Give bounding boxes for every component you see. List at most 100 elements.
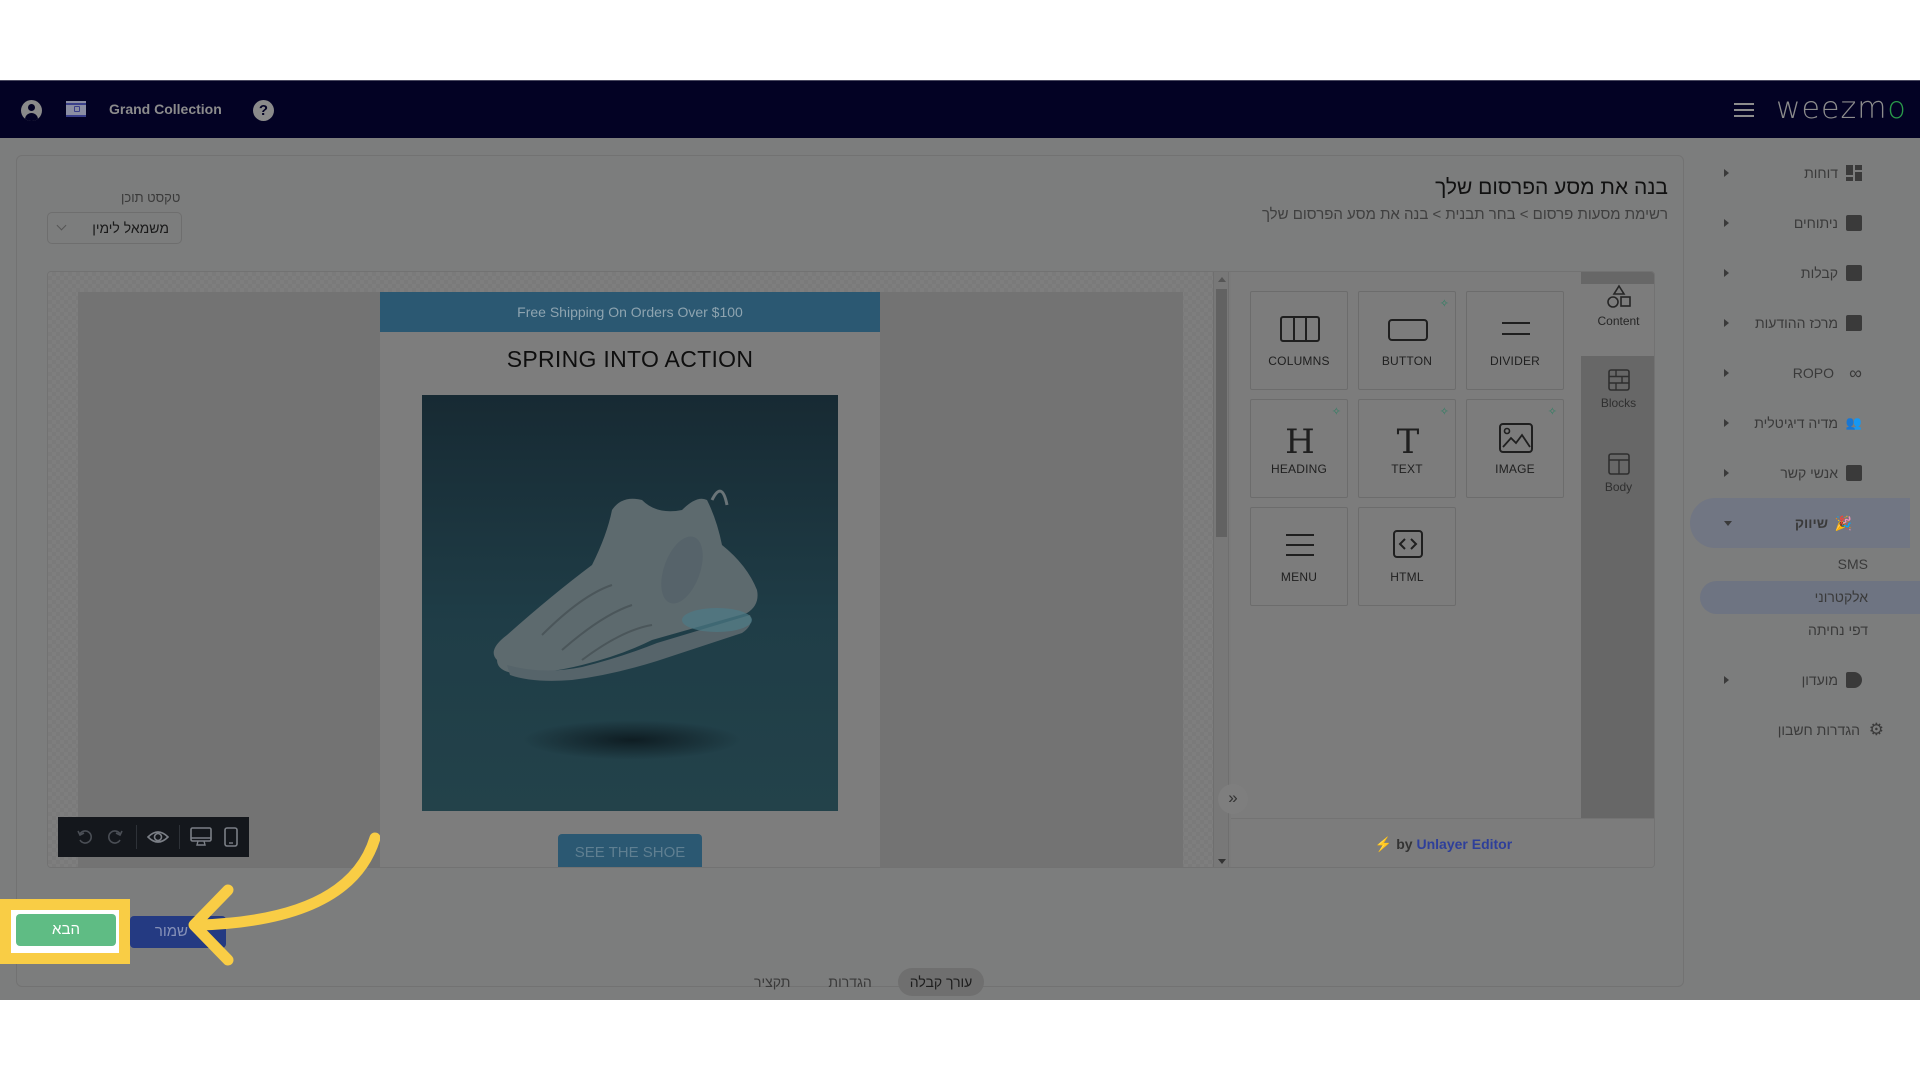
sidebar-item-label: מדיה דיגיטלית <box>1754 415 1838 431</box>
sidebar-item-contacts[interactable]: אנשי קשר <box>1690 448 1920 498</box>
sidebar-item-marketing[interactable]: 🎉 שיווק <box>1690 498 1910 548</box>
infinity-icon: ∞ <box>1849 363 1862 383</box>
party-popper-icon: 🎉 <box>1834 515 1852 531</box>
caret-right-icon <box>1724 169 1729 177</box>
sidebar-item-reports[interactable]: דוחות <box>1690 148 1920 198</box>
button-icon <box>1388 319 1428 341</box>
sidebar-item-label: דוחות <box>1804 165 1838 181</box>
unlayer-editor-link[interactable]: Unlayer Editor <box>1416 836 1512 852</box>
ai-sparkle-icon: ✧ <box>1547 406 1557 418</box>
tile-label: HTML <box>1390 570 1424 584</box>
tab-body[interactable]: Body <box>1581 452 1654 524</box>
shoe-illustration <box>493 489 758 681</box>
text-direction-select[interactable]: משמאל לימין <box>47 212 182 244</box>
tools-panel: COLUMNS ✧ BUTTON DIVIDER ✧ H HEADING ✧ T… <box>1231 272 1654 867</box>
logo-accent: o <box>1887 91 1907 126</box>
hamburger-menu-icon[interactable] <box>1734 103 1754 117</box>
caret-down-icon <box>1724 521 1732 526</box>
sidebar-item-account-settings[interactable]: ⚙ הגדרות חשבון <box>1690 705 1920 755</box>
sidebar-sub-landing-pages[interactable]: דפי נחיתה <box>1690 614 1920 647</box>
heading-icon: H <box>1285 422 1315 456</box>
scroll-down-arrow-icon[interactable] <box>1218 859 1226 864</box>
tile-heading[interactable]: ✧ H HEADING <box>1250 399 1348 498</box>
sidebar-item-club[interactable]: מועדון <box>1690 655 1920 705</box>
sidebar-item-analytics[interactable]: ניתוחים <box>1690 198 1920 248</box>
ai-sparkle-icon: ✧ <box>1439 406 1449 418</box>
unlayer-credit: ⚡ by Unlayer Editor <box>1231 818 1654 867</box>
store-name[interactable]: Grand Collection <box>109 101 222 117</box>
text-icon: T <box>1397 422 1420 456</box>
sidebar-sub-sms[interactable]: SMS <box>1690 548 1920 581</box>
tile-label: MENU <box>1280 570 1318 584</box>
tile-image[interactable]: ✧ IMAGE <box>1466 399 1564 498</box>
see-the-shoe-button[interactable]: SEE THE SHOE <box>558 834 702 867</box>
breadcrumb[interactable]: רשימת מסעות פרסום > בחר תבנית > בנה את מ… <box>1262 206 1668 223</box>
caret-right-icon <box>1724 219 1729 227</box>
body-layout-icon <box>1607 453 1630 475</box>
lightning-bolt-icon: ⚡ <box>1374 836 1393 852</box>
hero-image[interactable] <box>422 395 838 811</box>
preview-eye-icon[interactable] <box>143 822 173 852</box>
email-heading[interactable]: SPRING INTO ACTION <box>380 346 880 373</box>
scroll-up-arrow-icon[interactable] <box>1218 277 1226 282</box>
contact-icon <box>1846 465 1862 481</box>
email-preview[interactable]: Free Shipping On Orders Over $100 SPRING… <box>380 292 880 867</box>
top-bar: Grand Collection ? weezmo <box>0 80 1920 138</box>
tab-label: Content <box>1597 314 1640 328</box>
sidebar: דוחות ניתוחים קבלות מרכז ההודעות ∞ ROPO … <box>1690 138 1920 1000</box>
scrollbar-thumb[interactable] <box>1216 289 1227 537</box>
columns-icon <box>1280 316 1320 342</box>
undo-icon[interactable] <box>70 822 100 852</box>
tile-menu[interactable]: MENU <box>1250 507 1348 606</box>
dashboard-icon <box>1846 165 1862 181</box>
svg-text:H: H <box>1285 422 1315 456</box>
text-direction-value: משמאל לימין <box>92 220 169 236</box>
tile-button[interactable]: ✧ BUTTON <box>1358 291 1456 390</box>
weezmo-logo[interactable]: weezmo <box>1776 91 1907 126</box>
annotation-arrow-icon <box>188 832 380 966</box>
image-icon <box>1499 423 1533 453</box>
text-direction-label: טקסט תוכן <box>121 190 181 205</box>
sidebar-item-label: שיווק <box>1794 515 1828 531</box>
credit-by: by <box>1396 836 1413 852</box>
caret-right-icon <box>1724 319 1729 327</box>
sidebar-item-label: מרכז ההודעות <box>1754 315 1838 331</box>
tab-receipt-editor[interactable]: עורך קבלה <box>897 968 985 996</box>
sidebar-item-receipts[interactable]: קבלות <box>1690 248 1920 298</box>
shipping-banner[interactable]: Free Shipping On Orders Over $100 <box>380 292 880 332</box>
menu-icon <box>1286 534 1314 556</box>
tab-settings[interactable]: הגדרות <box>816 968 883 996</box>
israel-flag-icon[interactable] <box>66 101 86 117</box>
tab-label: Body <box>1604 480 1633 494</box>
help-icon[interactable]: ? <box>253 100 274 121</box>
canvas-scrollbar[interactable] <box>1213 272 1229 867</box>
sidebar-item-label: מועדון <box>1801 672 1838 688</box>
tile-text[interactable]: ✧ T TEXT <box>1358 399 1456 498</box>
tag-icon <box>1846 672 1862 688</box>
tile-html[interactable]: HTML <box>1358 507 1456 606</box>
sidebar-item-digital-media[interactable]: 👥 מדיה דיגיטלית <box>1690 398 1920 448</box>
tile-divider[interactable]: DIVIDER <box>1466 291 1564 390</box>
sidebar-item-message-center[interactable]: מרכז ההודעות <box>1690 298 1920 348</box>
tab-summary[interactable]: תקציר <box>742 968 802 996</box>
bottom-tabs: עורך קבלה הגדרות תקציר <box>742 968 985 996</box>
caret-right-icon <box>1724 676 1729 684</box>
caret-right-icon <box>1724 369 1729 377</box>
sidebar-item-label: ניתוחים <box>1793 215 1838 231</box>
sidebar-item-label: הגדרות חשבון <box>1777 722 1860 738</box>
next-button[interactable]: הבא <box>16 914 116 946</box>
collapse-panel-button[interactable]: » <box>1218 784 1248 814</box>
ai-sparkle-icon: ✧ <box>1439 298 1449 310</box>
sidebar-sub-email[interactable]: אלקטרוני <box>1700 581 1920 614</box>
tab-blocks[interactable]: Blocks <box>1581 368 1654 440</box>
sidebar-item-label: ROPO <box>1792 365 1834 381</box>
tile-label: IMAGE <box>1495 462 1535 476</box>
panel-tabs: Content Blocks Body <box>1581 272 1654 818</box>
ai-sparkle-icon: ✧ <box>1331 406 1341 418</box>
redo-icon[interactable] <box>100 822 130 852</box>
tile-columns[interactable]: COLUMNS <box>1250 291 1348 390</box>
caret-right-icon <box>1724 469 1729 477</box>
user-account-icon[interactable] <box>21 100 42 121</box>
tab-content[interactable]: Content <box>1581 284 1654 356</box>
sidebar-item-ropo[interactable]: ∞ ROPO <box>1690 348 1920 398</box>
